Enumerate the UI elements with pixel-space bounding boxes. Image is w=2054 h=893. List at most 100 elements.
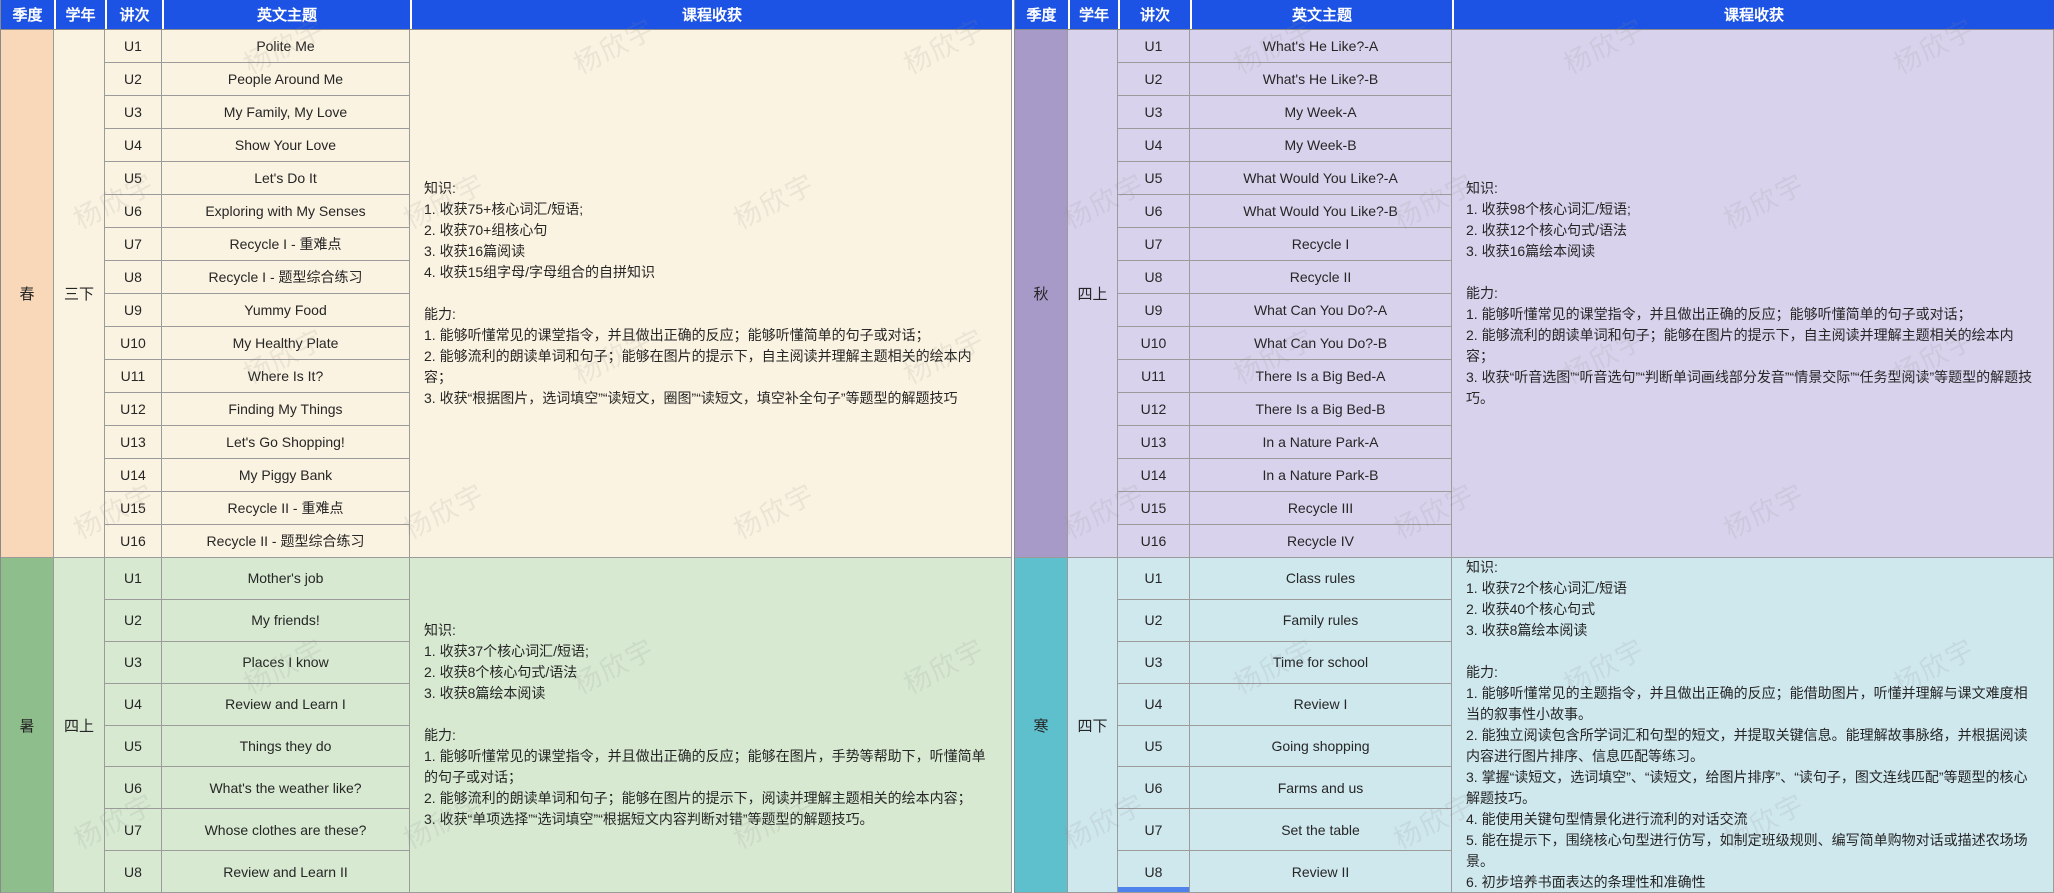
- lecture-cell[interactable]: U13: [1118, 426, 1190, 459]
- season-cell[interactable]: 寒: [1015, 558, 1068, 893]
- topic-cell[interactable]: My Piggy Bank: [162, 459, 410, 492]
- lecture-cell[interactable]: U8: [105, 851, 162, 893]
- topic-cell[interactable]: Whose clothes are these?: [162, 809, 410, 852]
- topic-cell[interactable]: Recycle II: [1190, 261, 1452, 294]
- topic-cell[interactable]: Time for school: [1190, 641, 1452, 684]
- topic-cell[interactable]: Recycle II - 重难点: [162, 492, 410, 525]
- lecture-cell[interactable]: U5: [1118, 725, 1190, 768]
- topic-cell[interactable]: What Can You Do?-A: [1190, 294, 1452, 327]
- topic-cell[interactable]: What Can You Do?-B: [1190, 327, 1452, 360]
- grade-cell[interactable]: 三下: [54, 30, 105, 558]
- lecture-cell[interactable]: U1: [105, 558, 162, 600]
- topic-cell[interactable]: Recycle II - 题型综合练习: [162, 525, 410, 558]
- lecture-cell[interactable]: U15: [105, 492, 162, 525]
- topic-cell[interactable]: My Week-B: [1190, 129, 1452, 162]
- topic-cell[interactable]: Let's Do It: [162, 162, 410, 195]
- topic-cell[interactable]: Review I: [1190, 683, 1452, 726]
- topic-cell[interactable]: My Week-A: [1190, 96, 1452, 129]
- grade-cell[interactable]: 四下: [1068, 558, 1118, 893]
- grade-cell[interactable]: 四上: [54, 558, 105, 893]
- topic-cell[interactable]: Family rules: [1190, 599, 1452, 642]
- lecture-cell[interactable]: U14: [105, 459, 162, 492]
- header-season[interactable]: 季度: [1, 0, 54, 29]
- lecture-cell[interactable]: U8: [1118, 261, 1190, 294]
- topic-cell[interactable]: In a Nature Park-A: [1190, 426, 1452, 459]
- lecture-cell[interactable]: U6: [1118, 767, 1190, 810]
- topic-cell[interactable]: Exploring with My Senses: [162, 195, 410, 228]
- header-lecture[interactable]: 讲次: [105, 0, 162, 29]
- lecture-cell[interactable]: U5: [1118, 162, 1190, 195]
- topic-cell[interactable]: Review and Learn II: [162, 851, 410, 893]
- header-gains[interactable]: 课程收获: [1452, 0, 2054, 29]
- topic-cell[interactable]: What Would You Like?-B: [1190, 195, 1452, 228]
- lecture-cell[interactable]: U1: [1118, 30, 1190, 63]
- header-topic[interactable]: 英文主题: [1190, 0, 1452, 29]
- lecture-cell[interactable]: U5: [105, 162, 162, 195]
- gains-cell[interactable]: 知识: 1. 收获72个核心词汇/短语 2. 收获40个核心句式 3. 收获8篇…: [1452, 558, 2054, 893]
- season-cell[interactable]: 秋: [1015, 30, 1068, 558]
- topic-cell[interactable]: Recycle I - 题型综合练习: [162, 261, 410, 294]
- lecture-cell[interactable]: U7: [1118, 228, 1190, 261]
- lecture-cell[interactable]: U10: [105, 327, 162, 360]
- topic-cell[interactable]: Recycle III: [1190, 492, 1452, 525]
- lecture-cell[interactable]: U11: [105, 360, 162, 393]
- topic-cell[interactable]: There Is a Big Bed-B: [1190, 393, 1452, 426]
- lecture-cell[interactable]: U4: [1118, 129, 1190, 162]
- lecture-cell[interactable]: U2: [105, 63, 162, 96]
- lecture-cell[interactable]: U6: [105, 767, 162, 810]
- lecture-cell[interactable]: U3: [1118, 641, 1190, 684]
- lecture-cell[interactable]: U6: [1118, 195, 1190, 228]
- lecture-cell[interactable]: U8: [1118, 851, 1190, 893]
- lecture-cell[interactable]: U7: [1118, 809, 1190, 852]
- lecture-cell[interactable]: U1: [105, 30, 162, 63]
- topic-cell[interactable]: In a Nature Park-B: [1190, 459, 1452, 492]
- topic-cell[interactable]: Recycle I - 重难点: [162, 228, 410, 261]
- grade-cell[interactable]: 四上: [1068, 30, 1118, 558]
- header-gains[interactable]: 课程收获: [410, 0, 1012, 29]
- header-grade[interactable]: 学年: [1068, 0, 1118, 29]
- topic-cell[interactable]: Review II: [1190, 851, 1452, 893]
- topic-cell[interactable]: My Healthy Plate: [162, 327, 410, 360]
- topic-cell[interactable]: Review and Learn I: [162, 683, 410, 726]
- lecture-cell[interactable]: U7: [105, 809, 162, 852]
- header-season[interactable]: 季度: [1015, 0, 1068, 29]
- topic-cell[interactable]: My Family, My Love: [162, 96, 410, 129]
- topic-cell[interactable]: Class rules: [1190, 558, 1452, 600]
- topic-cell[interactable]: What's He Like?-A: [1190, 30, 1452, 63]
- topic-cell[interactable]: Finding My Things: [162, 393, 410, 426]
- topic-cell[interactable]: Places I know: [162, 641, 410, 684]
- season-cell[interactable]: 暑: [1, 558, 54, 893]
- topic-cell[interactable]: Going shopping: [1190, 725, 1452, 768]
- topic-cell[interactable]: Farms and us: [1190, 767, 1452, 810]
- gains-cell[interactable]: 知识: 1. 收获98个核心词汇/短语; 2. 收获12个核心句式/语法 3. …: [1452, 30, 2054, 558]
- topic-cell[interactable]: My friends!: [162, 599, 410, 642]
- topic-cell[interactable]: What's the weather like?: [162, 767, 410, 810]
- topic-cell[interactable]: What's He Like?-B: [1190, 63, 1452, 96]
- header-lecture[interactable]: 讲次: [1118, 0, 1190, 29]
- lecture-cell[interactable]: U12: [1118, 393, 1190, 426]
- lecture-cell[interactable]: U9: [105, 294, 162, 327]
- topic-cell[interactable]: There Is a Big Bed-A: [1190, 360, 1452, 393]
- lecture-cell[interactable]: U4: [105, 129, 162, 162]
- lecture-cell[interactable]: U16: [1118, 525, 1190, 558]
- header-topic[interactable]: 英文主题: [162, 0, 410, 29]
- topic-cell[interactable]: Set the table: [1190, 809, 1452, 852]
- lecture-cell[interactable]: U2: [1118, 599, 1190, 642]
- season-cell[interactable]: 春: [1, 30, 54, 558]
- gains-cell[interactable]: 知识: 1. 收获75+核心词汇/短语; 2. 收获70+组核心句 3. 收获1…: [410, 30, 1012, 558]
- topic-cell[interactable]: Recycle IV: [1190, 525, 1452, 558]
- lecture-cell[interactable]: U5: [105, 725, 162, 768]
- lecture-cell[interactable]: U14: [1118, 459, 1190, 492]
- lecture-cell[interactable]: U8: [105, 261, 162, 294]
- topic-cell[interactable]: Polite Me: [162, 30, 410, 63]
- topic-cell[interactable]: Mother's job: [162, 558, 410, 600]
- lecture-cell[interactable]: U11: [1118, 360, 1190, 393]
- topic-cell[interactable]: Where Is It?: [162, 360, 410, 393]
- lecture-cell[interactable]: U4: [1118, 683, 1190, 726]
- lecture-cell[interactable]: U15: [1118, 492, 1190, 525]
- lecture-cell[interactable]: U10: [1118, 327, 1190, 360]
- lecture-cell[interactable]: U1: [1118, 558, 1190, 600]
- lecture-cell[interactable]: U13: [105, 426, 162, 459]
- lecture-cell[interactable]: U7: [105, 228, 162, 261]
- topic-cell[interactable]: What Would You Like?-A: [1190, 162, 1452, 195]
